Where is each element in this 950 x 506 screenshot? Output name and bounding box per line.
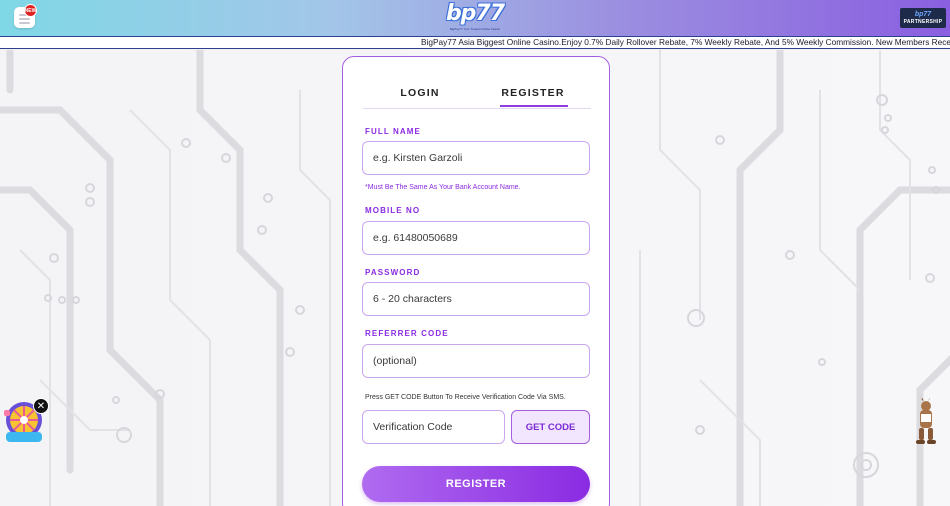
referrer-input[interactable]	[362, 344, 590, 378]
kangaroo-mascot-icon[interactable]	[912, 398, 940, 446]
partnership-button[interactable]: bp77 PARTNERSHIP	[900, 8, 946, 28]
verification-code-input[interactable]	[362, 410, 505, 444]
active-tab-indicator	[500, 105, 568, 107]
marquee-text: BigPay77 Asia Biggest Online Casino.Enjo…	[421, 37, 950, 47]
top-header: NEW bp77 BigPay77 Your Trusted Online Ca…	[0, 0, 950, 36]
full-name-label: FULL NAME	[365, 127, 421, 136]
referrer-label: REFERRER CODE	[365, 329, 449, 338]
logo-tagline: BigPay77 Your Trusted Online Casino	[449, 27, 501, 31]
partner-label: PARTNERSHIP	[903, 18, 943, 25]
partner-logo: bp77	[914, 10, 932, 18]
full-name-input[interactable]	[362, 141, 590, 175]
mobile-label: MOBILE NO	[365, 206, 421, 215]
sms-note: Press GET CODE Button To Receive Verific…	[365, 394, 566, 401]
logo-text: bp77	[445, 1, 505, 26]
password-label: PASSWORD	[365, 268, 421, 277]
close-icon[interactable]: ✕	[33, 398, 49, 414]
announcement-marquee: BigPay77 Asia Biggest Online Casino.Enjo…	[0, 36, 950, 49]
menu-icon	[19, 18, 30, 20]
site-logo[interactable]: bp77 BigPay77 Your Trusted Online Casino	[445, 1, 505, 34]
password-input[interactable]	[362, 282, 590, 316]
mobile-input[interactable]	[362, 221, 590, 255]
register-form-card: LOGIN REGISTER FULL NAME *Must Be The Sa…	[342, 56, 610, 506]
register-button[interactable]: REGISTER	[362, 466, 590, 502]
new-badge: NEW	[24, 4, 37, 17]
full-name-note: *Must Be The Same As Your Bank Account N…	[365, 184, 521, 191]
get-code-button[interactable]: GET CODE	[511, 410, 590, 444]
tab-login[interactable]: LOGIN	[363, 85, 477, 109]
menu-icon	[19, 22, 30, 24]
